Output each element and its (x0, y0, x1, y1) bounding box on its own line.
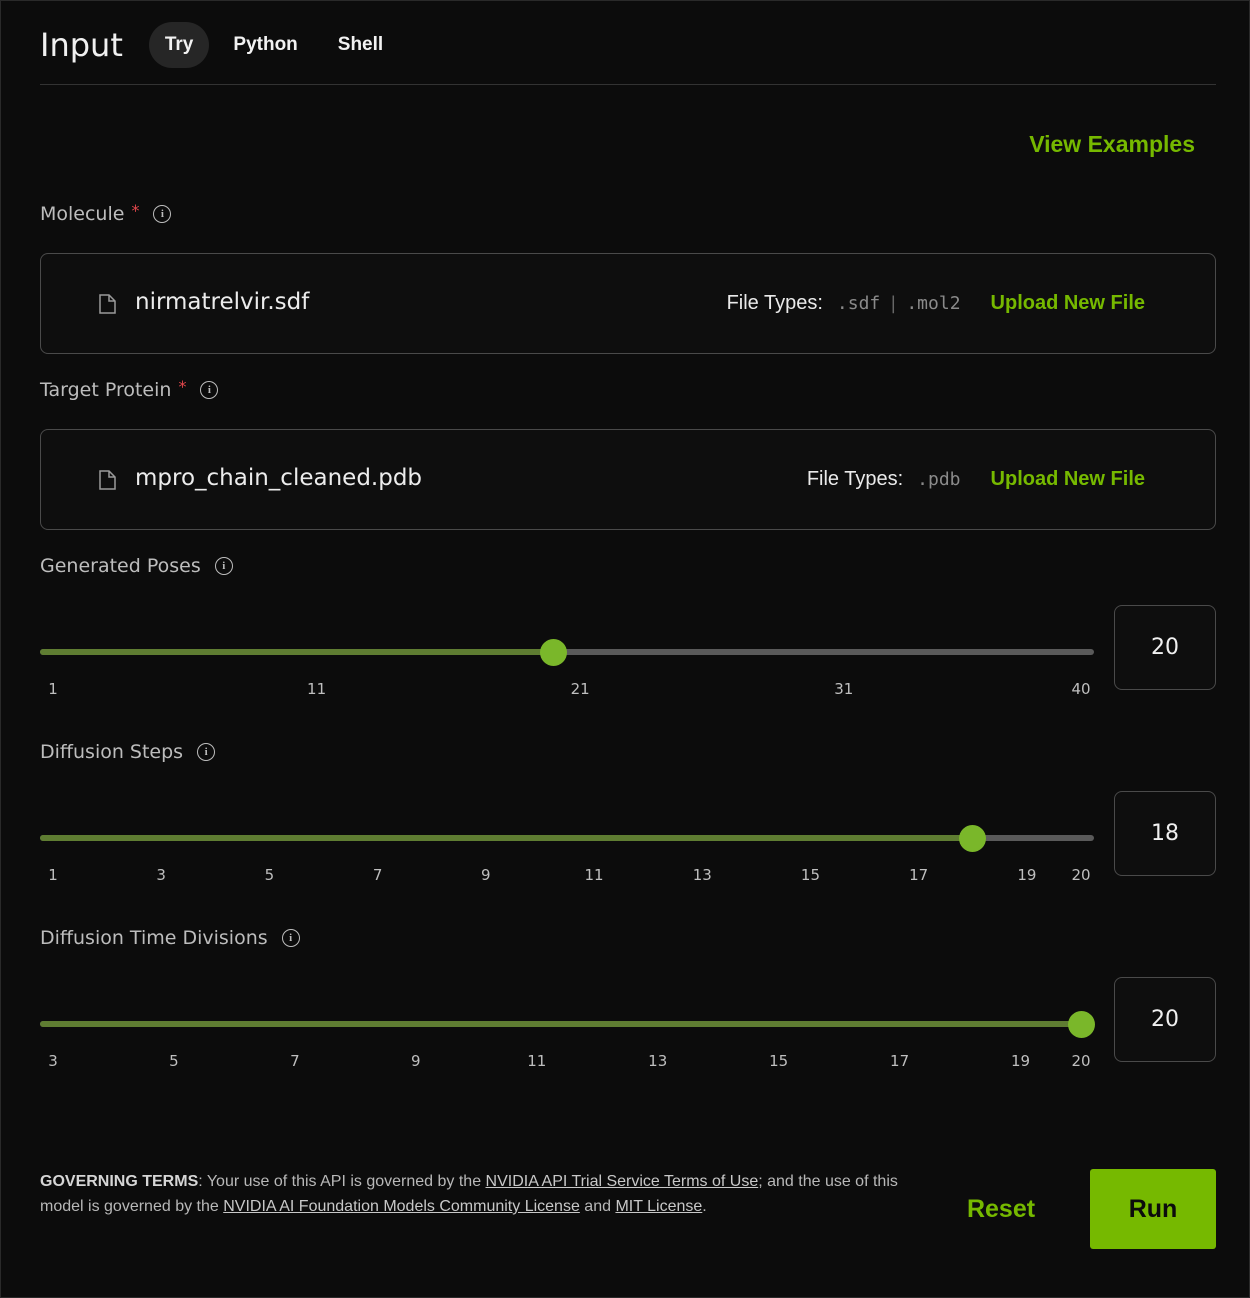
target-protein-file-name: mpro_chain_cleaned.pdb (135, 465, 423, 491)
input-panel: Input Try Python Shell View Examples Mol… (0, 0, 1250, 1298)
generated-poses-ticks: 1 11 21 31 40 (40, 680, 1094, 700)
molecule-upload-button[interactable]: Upload New File (991, 292, 1145, 315)
file-type-mol2: .mol2 (906, 293, 961, 314)
diffusion-time-divisions-label-text: Diffusion Time Divisions (40, 927, 268, 949)
tick-label: 9 (481, 866, 491, 884)
terms-of-use-link[interactable]: NVIDIA API Trial Service Terms of Use (486, 1173, 759, 1190)
tick-label: 20 (1071, 866, 1091, 884)
diffusion-time-divisions-ticks: 3 5 7 9 11 13 15 17 19 20 (40, 1052, 1094, 1072)
slider-thumb[interactable] (1067, 1011, 1095, 1038)
run-button[interactable]: Run (1090, 1169, 1216, 1249)
tick-label: 17 (890, 1052, 910, 1070)
file-type-separator: | (890, 293, 897, 314)
file-types-label: File Types: (806, 468, 904, 490)
generated-poses-value-input[interactable]: 20 (1114, 605, 1216, 690)
molecule-file-actions: File Types: .sdf | .mol2 Upload New File (727, 254, 1145, 353)
mit-license-link[interactable]: MIT License (615, 1198, 702, 1215)
tab-python[interactable]: Python (217, 22, 313, 68)
file-type-sdf: .sdf (836, 293, 881, 314)
tick-label: 13 (692, 866, 712, 884)
required-mark: * (131, 200, 140, 220)
slider-fill (40, 835, 973, 841)
governing-terms: GOVERNING TERMS: Your use of this API is… (40, 1169, 920, 1219)
molecule-label: Molecule * i (40, 200, 172, 225)
info-icon[interactable]: i (214, 557, 233, 575)
file-type-pdb: .pdb (917, 469, 961, 490)
molecule-file-name: nirmatrelvir.sdf (135, 289, 310, 315)
slider-thumb[interactable] (540, 639, 568, 666)
info-icon[interactable]: i (153, 205, 172, 223)
view-examples-link[interactable]: View Examples (1029, 131, 1195, 158)
tick-label: 11 (584, 866, 604, 884)
tick-label: 15 (800, 866, 821, 884)
file-icon (99, 294, 116, 314)
diffusion-time-divisions-label: Diffusion Time Divisions i (40, 927, 300, 949)
diffusion-steps-slider[interactable] (40, 823, 1094, 853)
tick-label: 7 (372, 866, 383, 884)
panel-title: Input (40, 25, 123, 64)
tick-label: 1 (48, 680, 58, 698)
molecule-label-text: Molecule (40, 203, 125, 225)
diffusion-steps-ticks: 1 3 5 7 9 11 13 15 17 19 20 (40, 866, 1094, 886)
tick-label: 11 (307, 680, 327, 698)
target-protein-file-actions: File Types: .pdb Upload New File (807, 430, 1145, 529)
tick-label: 21 (570, 680, 590, 698)
input-header: Input Try Python Shell (40, 21, 1216, 85)
tick-label: 40 (1071, 680, 1091, 698)
tick-label: 13 (648, 1052, 668, 1070)
info-icon[interactable]: i (200, 381, 219, 399)
tick-label: 3 (48, 1052, 58, 1070)
tick-label: 19 (1017, 866, 1037, 884)
slider-thumb[interactable] (959, 825, 987, 852)
info-icon[interactable]: i (281, 929, 300, 947)
terms-text: : Your use of this API is governed by th… (198, 1173, 486, 1190)
target-protein-file-input[interactable]: mpro_chain_cleaned.pdb File Types: .pdb … (40, 429, 1216, 530)
tick-label: 3 (156, 866, 166, 884)
terms-text: . (702, 1198, 707, 1215)
diffusion-time-divisions-value-input[interactable]: 20 (1114, 977, 1216, 1062)
diffusion-steps-label-text: Diffusion Steps (40, 741, 184, 763)
diffusion-time-divisions-slider[interactable] (40, 1009, 1095, 1039)
terms-text: and (579, 1198, 616, 1215)
tick-label: 17 (909, 866, 929, 884)
reset-button[interactable]: Reset (951, 1169, 1051, 1249)
tab-shell[interactable]: Shell (322, 22, 399, 68)
diffusion-steps-value-input[interactable]: 18 (1114, 791, 1216, 876)
generated-poses-label: Generated Poses i (40, 555, 233, 577)
generated-poses-slider[interactable] (40, 637, 1094, 667)
tick-label: 5 (169, 1052, 179, 1070)
target-protein-label: Target Protein * i (40, 376, 219, 401)
target-protein-label-text: Target Protein (40, 379, 172, 401)
generated-poses-label-text: Generated Poses (40, 555, 201, 577)
terms-heading: GOVERNING TERMS (40, 1173, 199, 1190)
slider-fill (40, 649, 554, 655)
slider-fill (40, 1021, 1081, 1027)
tick-label: 11 (527, 1052, 547, 1070)
tick-label: 7 (290, 1052, 300, 1070)
tick-label: 15 (769, 1052, 789, 1070)
community-license-link[interactable]: NVIDIA AI Foundation Models Community Li… (223, 1198, 580, 1215)
tick-label: 20 (1071, 1052, 1091, 1070)
diffusion-steps-label: Diffusion Steps i (40, 741, 216, 763)
tick-label: 19 (1010, 1052, 1031, 1070)
target-protein-upload-button[interactable]: Upload New File (991, 468, 1145, 491)
tick-label: 31 (834, 680, 854, 698)
molecule-file-input[interactable]: nirmatrelvir.sdf File Types: .sdf | .mol… (40, 253, 1216, 354)
tick-label: 5 (264, 866, 275, 884)
info-icon[interactable]: i (197, 743, 216, 761)
file-types-label: File Types: (726, 292, 823, 314)
tick-label: 1 (48, 866, 58, 884)
tick-label: 9 (411, 1052, 421, 1070)
file-icon (99, 470, 116, 490)
required-mark: * (178, 376, 187, 396)
tab-try[interactable]: Try (148, 21, 210, 68)
